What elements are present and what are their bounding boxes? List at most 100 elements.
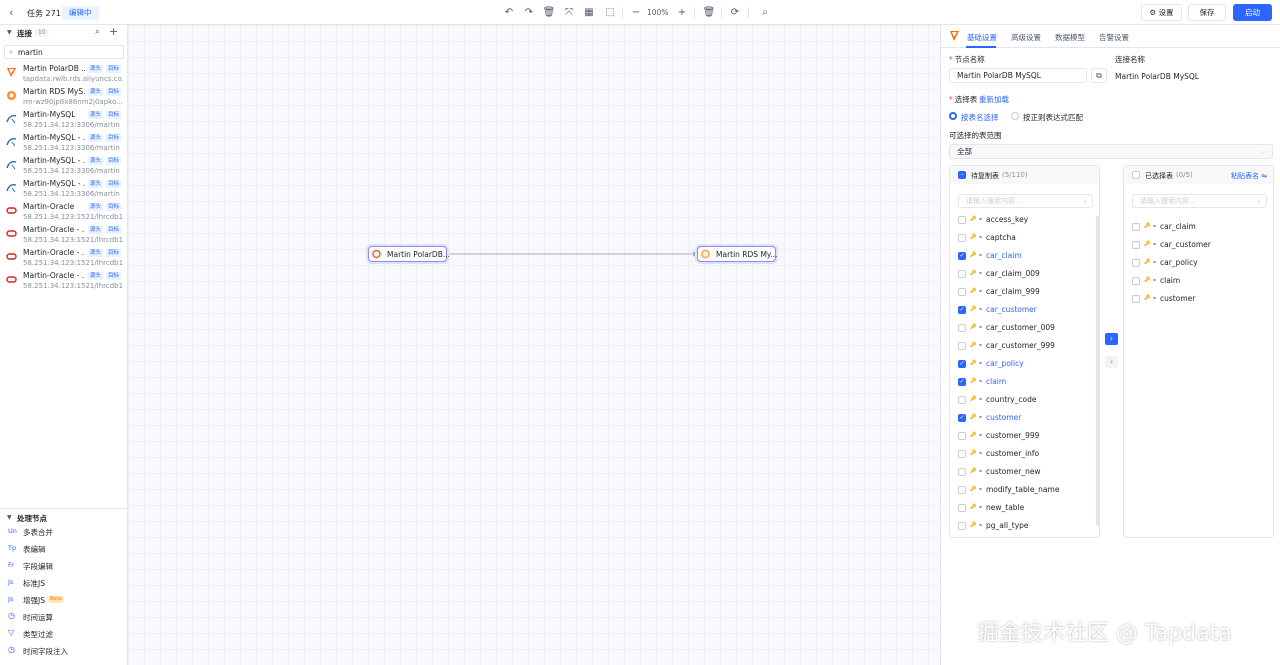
chevron-left-icon[interactable]: ‹ bbox=[9, 6, 13, 19]
connection-item[interactable]: Martin-MySQL - ... 源头 目标 58.251.34.123:3306… bbox=[0, 132, 128, 155]
select-mode-icon[interactable]: ⬚ bbox=[602, 5, 618, 20]
connection-item[interactable]: Martin-Oracle - ... 源头 目标 58.251.34.123:152… bbox=[0, 224, 128, 247]
table-row[interactable]: 🔑 ⚭ car_customer bbox=[1124, 236, 1273, 254]
table-row[interactable]: ✓ 🔑 ⚭ car_policy bbox=[950, 355, 1099, 373]
table-checkbox[interactable] bbox=[958, 486, 966, 494]
table-checkbox[interactable]: ✓ bbox=[958, 378, 966, 386]
connections-header[interactable]: ▼ 连接 10 ⌕ + bbox=[0, 25, 128, 41]
table-row[interactable]: 🔑 ⚭ car_claim bbox=[1124, 218, 1273, 236]
connection-item[interactable]: Martin-Oracle - ... 源头 目标 58.251.34.123:152… bbox=[0, 247, 128, 270]
table-checkbox[interactable]: ✓ bbox=[958, 252, 966, 260]
process-node-item[interactable]: ◷ 时间运算 bbox=[0, 609, 128, 626]
tab-advanced-settings[interactable]: 高级设置 bbox=[1011, 32, 1041, 43]
table-row[interactable]: ✓ 🔑 ⚭ car_claim bbox=[950, 247, 1099, 265]
table-checkbox[interactable] bbox=[958, 468, 966, 476]
process-node-item[interactable]: Js 增强JS Beta bbox=[0, 592, 128, 609]
radio-by-regex[interactable] bbox=[1011, 112, 1019, 120]
table-checkbox[interactable] bbox=[1132, 295, 1140, 303]
select-all-checkbox[interactable] bbox=[1132, 171, 1140, 179]
auto-layout-icon[interactable]: ▦ bbox=[581, 5, 597, 20]
connection-item[interactable]: Martin-MySQL - ... 源头 目标 58.251.34.123:3306… bbox=[0, 178, 128, 201]
copy-icon[interactable]: ⧉ bbox=[1091, 68, 1107, 83]
process-node-item[interactable]: ▽ 类型过滤 bbox=[0, 626, 128, 643]
table-checkbox[interactable] bbox=[958, 396, 966, 404]
table-checkbox[interactable] bbox=[958, 288, 966, 296]
connection-item[interactable]: Martin-MySQL - ... 源头 目标 58.251.34.123:3306… bbox=[0, 155, 128, 178]
move-right-button[interactable]: › bbox=[1105, 333, 1118, 345]
clear-icon[interactable]: 🗑 bbox=[701, 5, 717, 20]
table-checkbox[interactable] bbox=[1132, 223, 1140, 231]
table-row[interactable]: 🔑 ⚭ customer bbox=[1124, 290, 1273, 308]
table-checkbox[interactable] bbox=[958, 450, 966, 458]
table-row[interactable]: 🔑 ⚭ captcha bbox=[950, 229, 1099, 247]
connection-item[interactable]: Martin PolarDB ... 源头 目标 tapdata.rwlb.rds.a… bbox=[0, 63, 128, 86]
process-node-item[interactable]: Tp 表编辑 bbox=[0, 541, 128, 558]
table-row[interactable]: 🔑 ⚭ car_claim_999 bbox=[950, 283, 1099, 301]
table-row[interactable]: 🔑 ⚭ car_customer_999 bbox=[950, 337, 1099, 355]
table-row[interactable]: 🔑 ⚭ car_policy bbox=[1124, 254, 1273, 272]
table-row[interactable]: 🔑 ⚭ customer_info bbox=[950, 445, 1099, 463]
start-button[interactable]: 启动 bbox=[1233, 4, 1272, 21]
table-checkbox[interactable] bbox=[958, 216, 966, 224]
table-row[interactable]: 🔑 ⚭ car_customer_009 bbox=[950, 319, 1099, 337]
target-search-input[interactable]: 请输入搜索内容... ⌕ bbox=[1132, 194, 1267, 208]
dag-canvas[interactable]: Martin PolarDB... Martin RDS My... bbox=[128, 25, 940, 665]
process-node-item[interactable]: Js 标准JS bbox=[0, 575, 128, 592]
add-icon[interactable]: + bbox=[109, 25, 118, 38]
table-row[interactable]: ✓ 🔑 ⚭ claim bbox=[950, 373, 1099, 391]
connection-item[interactable]: Martin-Oracle - ... 源头 目标 58.251.34.123:152… bbox=[0, 270, 128, 293]
settings-button[interactable]: ⚙ 设置 bbox=[1141, 4, 1182, 21]
table-row[interactable]: 🔑 ⚭ modify_table_name bbox=[950, 481, 1099, 499]
table-checkbox[interactable] bbox=[958, 324, 966, 332]
process-node-item[interactable]: Un 多表合并 bbox=[0, 524, 128, 541]
node-name-input[interactable]: Martin PolarDB MySQL bbox=[949, 68, 1087, 83]
table-checkbox[interactable] bbox=[958, 234, 966, 242]
table-checkbox[interactable]: ✓ bbox=[958, 414, 966, 422]
table-row[interactable]: 🔑 ⚭ car_claim_009 bbox=[950, 265, 1099, 283]
process-node-item[interactable]: ◷ 时间字段注入 bbox=[0, 643, 128, 660]
table-scope-select[interactable]: 全部 ⌵ bbox=[949, 144, 1273, 159]
target-node[interactable]: Martin RDS My... bbox=[697, 246, 777, 262]
select-all-checkbox[interactable]: – bbox=[958, 171, 966, 179]
fit-view-icon[interactable]: ⤧ bbox=[561, 5, 577, 20]
zoom-out-icon[interactable]: − bbox=[628, 5, 644, 20]
tab-alert-settings[interactable]: 告警设置 bbox=[1099, 32, 1129, 43]
table-row[interactable]: 🔑 ⚭ country_code bbox=[950, 391, 1099, 409]
table-checkbox[interactable] bbox=[1132, 259, 1140, 267]
delete-icon[interactable]: 🗑 bbox=[541, 5, 557, 20]
source-node[interactable]: Martin PolarDB... bbox=[368, 246, 450, 262]
caret-down-icon[interactable]: ▼ bbox=[7, 29, 12, 36]
radio-by-name[interactable] bbox=[949, 112, 957, 120]
table-checkbox[interactable]: ✓ bbox=[958, 306, 966, 314]
paste-table-names-button[interactable]: 粘贴表名 ⇋ bbox=[1231, 171, 1267, 181]
table-checkbox[interactable]: ✓ bbox=[958, 360, 966, 368]
connection-item[interactable]: Martin-Oracle 源头 目标 58.251.34.123:1521/lhrc… bbox=[0, 201, 128, 224]
table-row[interactable]: ✓ 🔑 ⚭ car_customer bbox=[950, 301, 1099, 319]
table-row[interactable]: 🔑 ⚭ customer_new bbox=[950, 463, 1099, 481]
caret-down-icon[interactable]: ▼ bbox=[7, 514, 12, 521]
table-checkbox[interactable] bbox=[958, 432, 966, 440]
connection-search-input[interactable]: ⌕ martin bbox=[4, 45, 124, 59]
table-checkbox[interactable] bbox=[1132, 277, 1140, 285]
table-checkbox[interactable] bbox=[958, 504, 966, 512]
process-node-item[interactable]: Fr 字段编辑 bbox=[0, 558, 128, 575]
table-row[interactable]: 🔑 ⚭ claim bbox=[1124, 272, 1273, 290]
table-checkbox[interactable] bbox=[958, 270, 966, 278]
scrollbar[interactable] bbox=[1096, 216, 1099, 526]
search-icon[interactable]: ⌕ bbox=[757, 5, 773, 20]
move-left-button[interactable]: ‹ bbox=[1105, 356, 1118, 368]
table-checkbox[interactable] bbox=[958, 522, 966, 530]
tab-data-model[interactable]: 数据模型 bbox=[1055, 32, 1085, 43]
radio-by-name-label[interactable]: 按表名选择 bbox=[961, 112, 999, 123]
reload-link[interactable]: 重新加载 bbox=[979, 94, 1009, 105]
connection-item[interactable]: Martin RDS MyS... 源头 目标 rm-wz90jp8x86nm2j0a… bbox=[0, 86, 128, 109]
radio-by-regex-label[interactable]: 按正则表达式匹配 bbox=[1023, 112, 1083, 123]
connection-item[interactable]: Martin-MySQL 源头 目标 58.251.34.123:3306/marti… bbox=[0, 109, 128, 132]
table-checkbox[interactable] bbox=[1132, 241, 1140, 249]
undo-icon[interactable]: ↶ bbox=[501, 5, 517, 20]
source-search-input[interactable]: 请输入搜索内容... ⌕ bbox=[958, 194, 1093, 208]
table-row[interactable]: ✓ 🔑 ⚭ customer bbox=[950, 409, 1099, 427]
redo-icon[interactable]: ↷ bbox=[521, 5, 537, 20]
tab-basic-settings[interactable]: 基础设置 bbox=[967, 32, 997, 43]
table-row[interactable]: 🔑 ⚭ customer_999 bbox=[950, 427, 1099, 445]
